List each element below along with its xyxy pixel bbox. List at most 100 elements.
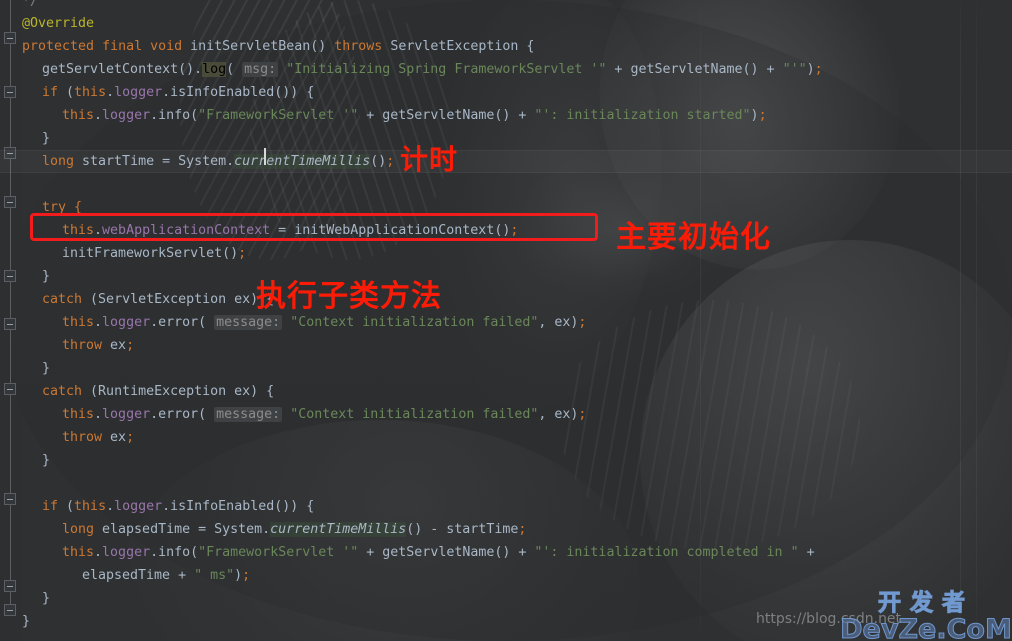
code-token: ;: [578, 315, 587, 330]
code-token: "FrameworkServlet '": [198, 108, 359, 123]
code-token: final: [102, 39, 151, 54]
code-line[interactable]: elapsedTime + " ms");: [22, 564, 250, 587]
code-token: ex: [110, 430, 127, 445]
code-token: log: [202, 62, 227, 77]
code-token: System: [178, 154, 227, 169]
code-line[interactable]: }: [22, 357, 50, 380]
text-caret: [264, 148, 266, 165]
code-token: , ex): [538, 407, 579, 422]
code-token: throws: [334, 39, 391, 54]
code-line[interactable]: throw ex;: [22, 334, 134, 357]
code-line[interactable]: initFrameworkServlet();: [22, 242, 246, 265]
code-token: System: [214, 522, 263, 537]
code-token: ;: [814, 62, 823, 77]
code-token: throw: [62, 430, 111, 445]
code-token: }: [42, 453, 51, 468]
code-token: ;: [758, 108, 767, 123]
code-token: ;: [238, 246, 247, 261]
code-token: ): [234, 568, 243, 583]
code-token: this: [62, 108, 95, 123]
code-token: .: [94, 108, 103, 123]
code-token: ;: [126, 430, 135, 445]
code-token: (: [226, 62, 243, 77]
code-token: msg:: [242, 62, 279, 77]
code-token: () - startTime: [406, 522, 519, 537]
code-line[interactable]: getServletContext().log( msg: "Initializ…: [22, 58, 823, 81]
code-token: (ServletException ex) {: [90, 292, 275, 307]
watermark-brand-cn: 开发者: [878, 590, 974, 616]
code-token: () +: [494, 108, 535, 123]
code-token: "Context initialization failed": [290, 315, 539, 330]
code-token: this: [74, 85, 107, 100]
code-token: currentTimeMillis: [234, 154, 371, 169]
code-token: ;: [578, 407, 587, 422]
code-token: logger: [114, 85, 163, 100]
code-token: this: [74, 499, 107, 514]
code-token: }: [22, 614, 31, 629]
code-token: , ex): [538, 315, 579, 330]
code-token: catch: [42, 384, 91, 399]
code-token: message:: [214, 407, 283, 422]
code-token: getServletName: [382, 545, 495, 560]
code-line[interactable]: catch (ServletException ex) {: [22, 288, 274, 311]
code-token: logger: [102, 407, 151, 422]
code-token: logger: [102, 545, 151, 560]
code-token: initFrameworkServlet(): [62, 246, 239, 261]
code-token: }: [42, 361, 51, 376]
code-token: startTime =: [82, 154, 179, 169]
code-token: .isInfoEnabled()) {: [162, 85, 315, 100]
code-token: }: [42, 131, 51, 146]
code-token: "': initialization completed in ": [534, 545, 799, 560]
code-token: +: [358, 545, 383, 560]
code-line[interactable]: }: [22, 127, 50, 150]
code-token: getServletContext().: [42, 62, 203, 77]
code-line[interactable]: long startTime = System.currentTimeMilli…: [22, 150, 394, 173]
code-token: "': initialization started": [534, 108, 751, 123]
code-token: this: [62, 315, 95, 330]
code-token: .info(: [150, 545, 199, 560]
code-token: .: [106, 85, 115, 100]
code-text-layer[interactable]: */ @Override protected final void initServ…: [0, 0, 1012, 641]
code-line[interactable]: throw ex;: [22, 426, 134, 449]
code-token: .: [106, 499, 115, 514]
code-token: .isInfoEnabled()) {: [162, 499, 315, 514]
code-line[interactable]: }: [22, 265, 50, 288]
code-token: if: [42, 85, 67, 100]
code-token: +: [798, 545, 815, 560]
code-token: catch: [42, 292, 91, 307]
code-token: .error(: [150, 407, 215, 422]
code-token: " ms": [194, 568, 235, 583]
code-line[interactable]: }: [22, 610, 30, 633]
code-line[interactable]: @Override: [22, 12, 94, 35]
code-token: .: [94, 545, 103, 560]
code-editor[interactable]: */ @Override protected final void initServ…: [0, 0, 1012, 641]
code-token: long: [62, 522, 103, 537]
code-line[interactable]: }: [22, 449, 50, 472]
code-line[interactable]: this.logger.error( message: "Context ini…: [22, 403, 586, 426]
code-token: (): [370, 154, 387, 169]
code-token: this: [62, 545, 95, 560]
code-token: .: [262, 522, 271, 537]
code-line[interactable]: if (this.logger.isInfoEnabled()) {: [22, 81, 314, 104]
code-token: () +: [494, 545, 535, 560]
code-token: (RuntimeException ex) {: [90, 384, 275, 399]
code-token: +: [606, 62, 631, 77]
code-token: (: [66, 85, 75, 100]
code-token: elapsedTime +: [82, 568, 195, 583]
code-line[interactable]: catch (RuntimeException ex) {: [22, 380, 274, 403]
code-line[interactable]: this.logger.info("FrameworkServlet '" + …: [22, 104, 767, 127]
code-line[interactable]: protected final void initServletBean() t…: [22, 35, 534, 58]
code-line[interactable]: }: [22, 587, 50, 610]
code-token: "FrameworkServlet '": [198, 545, 359, 560]
code-line[interactable]: long elapsedTime = System.currentTimeMil…: [22, 518, 526, 541]
code-token: @Override: [22, 16, 95, 31]
code-token: ex: [110, 338, 127, 353]
code-token: void: [150, 39, 191, 54]
code-token: .error(: [150, 315, 215, 330]
code-token: .: [226, 154, 235, 169]
code-token: "Initializing Spring FrameworkServlet '": [286, 62, 607, 77]
code-line[interactable]: this.logger.info("FrameworkServlet '" + …: [22, 541, 815, 564]
code-line[interactable]: if (this.logger.isInfoEnabled()) {: [22, 495, 314, 518]
